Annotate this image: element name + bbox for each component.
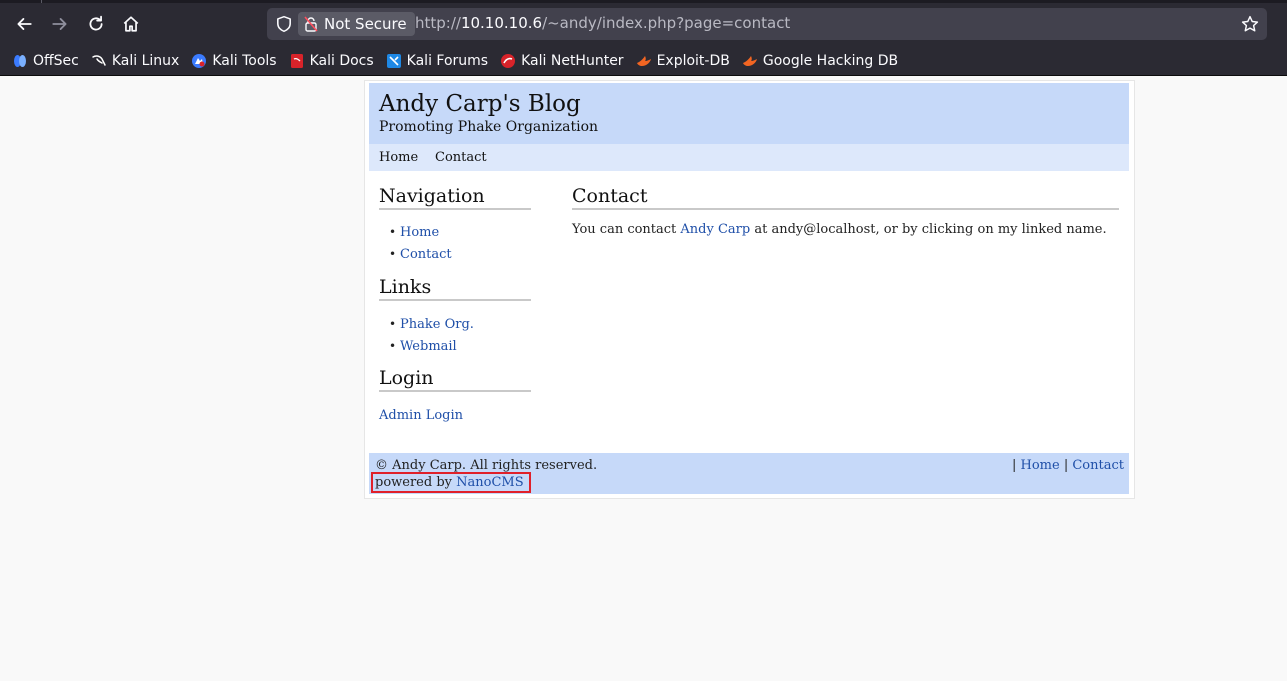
footer-home-link[interactable]: Home [1021, 458, 1060, 473]
andy-carp-link[interactable]: Andy Carp [680, 222, 750, 237]
home-icon [123, 16, 139, 32]
reload-button[interactable] [81, 9, 111, 39]
reload-icon [89, 15, 103, 31]
contact-text-before: You can contact [572, 222, 681, 237]
tab-edge [41, 0, 42, 3]
webmail-link[interactable]: Webmail [400, 339, 457, 354]
bookmark-kali-forums[interactable]: Kali Forums [386, 53, 488, 69]
contact-text-after: at andy@localhost, or by clicking on my … [750, 222, 1107, 237]
admin-login-link[interactable]: Admin Login [379, 408, 463, 423]
bookmark-kali-tools[interactable]: Kali Tools [191, 52, 277, 69]
list-item: Webmail [389, 339, 474, 361]
bookmark-label: Kali Tools [212, 52, 277, 69]
navigation-heading: Navigation [379, 185, 531, 210]
list-item: Contact [389, 247, 452, 269]
bookmark-label: Exploit-DB [656, 52, 730, 69]
list-item: Phake Org. [389, 317, 474, 339]
kali-tools-icon [192, 53, 207, 68]
not-secure-badge[interactable]: Not Secure [298, 12, 415, 36]
sidebar-contact-link[interactable]: Contact [400, 247, 452, 262]
footer-copyright: © Andy Carp. All rights reserved. [375, 458, 598, 473]
site-title: Andy Carp's Blog [379, 91, 581, 117]
topnav-contact-link[interactable]: Contact [435, 150, 487, 165]
footer-separator: | [1059, 458, 1073, 473]
site-footer: © Andy Carp. All rights reserved. powere… [369, 453, 1129, 494]
ghdb-icon [742, 55, 757, 66]
bookmark-label: Kali Linux [111, 52, 180, 69]
kali-forums-icon [386, 53, 401, 68]
back-icon [17, 18, 32, 30]
bookmark-label: Kali NetHunter [521, 52, 624, 69]
url-bar[interactable]: Not Secure http://10.10.10.6/~andy/index… [267, 8, 1267, 40]
url-prefix: http:// [415, 14, 461, 32]
site-subtitle: Promoting Phake Organization [379, 119, 599, 135]
insecure-lock-icon [304, 16, 318, 32]
shield-icon[interactable] [275, 15, 293, 33]
top-nav: Home Contact [369, 144, 1129, 171]
nanocms-link[interactable]: NanoCMS [456, 475, 524, 490]
back-button[interactable] [9, 9, 39, 39]
powered-by-text: powered by [375, 475, 457, 490]
footer-separator: | [1012, 458, 1021, 473]
exploitdb-icon [636, 55, 651, 66]
page-title: Contact [572, 185, 1119, 210]
browser-toolbar: Not Secure http://10.10.10.6/~andy/index… [0, 0, 1287, 46]
bookmark-label: Google Hacking DB [762, 52, 899, 69]
main-content: Contact You can contact Andy Carp at and… [572, 185, 1119, 237]
navigation-list: Home Contact [389, 225, 452, 269]
sidebar-home-link[interactable]: Home [400, 225, 439, 240]
bookmark-label: Kali Docs [309, 52, 374, 69]
list-item: Home [389, 225, 452, 247]
kali-dragon-icon [92, 54, 106, 66]
blog-container: Andy Carp's Blog Promoting Phake Organiz… [364, 80, 1135, 499]
bookmark-offsec[interactable]: OffSec [12, 53, 79, 69]
url-text[interactable]: http://10.10.10.6/~andy/index.php?page=c… [415, 14, 790, 32]
bookmark-kali-docs[interactable]: Kali Docs [289, 53, 374, 69]
site-header: Andy Carp's Blog Promoting Phake Organiz… [369, 83, 1129, 144]
url-host: 10.10.10.6 [460, 14, 543, 32]
forward-button[interactable] [45, 9, 75, 39]
footer-contact-link[interactable]: Contact [1072, 458, 1124, 473]
nethunter-icon [501, 53, 516, 68]
topnav-home-link[interactable]: Home [379, 150, 418, 165]
tab-strip [0, 0, 1287, 3]
bookmark-star-icon[interactable] [1241, 15, 1259, 33]
offsec-icon [14, 54, 26, 67]
links-heading: Links [379, 276, 531, 301]
bookmark-kali-linux[interactable]: Kali Linux [91, 53, 179, 69]
login-heading: Login [379, 367, 531, 392]
bookmark-label: OffSec [33, 52, 79, 69]
links-list: Phake Org. Webmail [389, 317, 474, 361]
kali-docs-icon [290, 53, 303, 68]
page-viewport[interactable]: Andy Carp's Blog Promoting Phake Organiz… [0, 76, 1287, 681]
contact-paragraph: You can contact Andy Carp at andy@localh… [572, 222, 1119, 237]
powered-by-box: powered by NanoCMS [371, 472, 531, 493]
not-secure-label: Not Secure [324, 15, 407, 33]
url-path: /~andy/index.php?page=contact [542, 14, 791, 32]
forward-icon [52, 18, 67, 30]
bookmark-kali-nethunter[interactable]: Kali NetHunter [500, 52, 624, 69]
bookmark-exploit-db[interactable]: Exploit-DB [636, 53, 730, 69]
bookmark-label: Kali Forums [406, 52, 489, 69]
footer-links: | Home | Contact [1012, 458, 1124, 473]
phake-org-link[interactable]: Phake Org. [400, 317, 474, 332]
home-button[interactable] [116, 9, 146, 39]
bookmark-google-hacking-db[interactable]: Google Hacking DB [742, 53, 898, 69]
bookmarks-toolbar: OffSec Kali Linux Kali Tools Kali Docs K… [0, 46, 1287, 76]
